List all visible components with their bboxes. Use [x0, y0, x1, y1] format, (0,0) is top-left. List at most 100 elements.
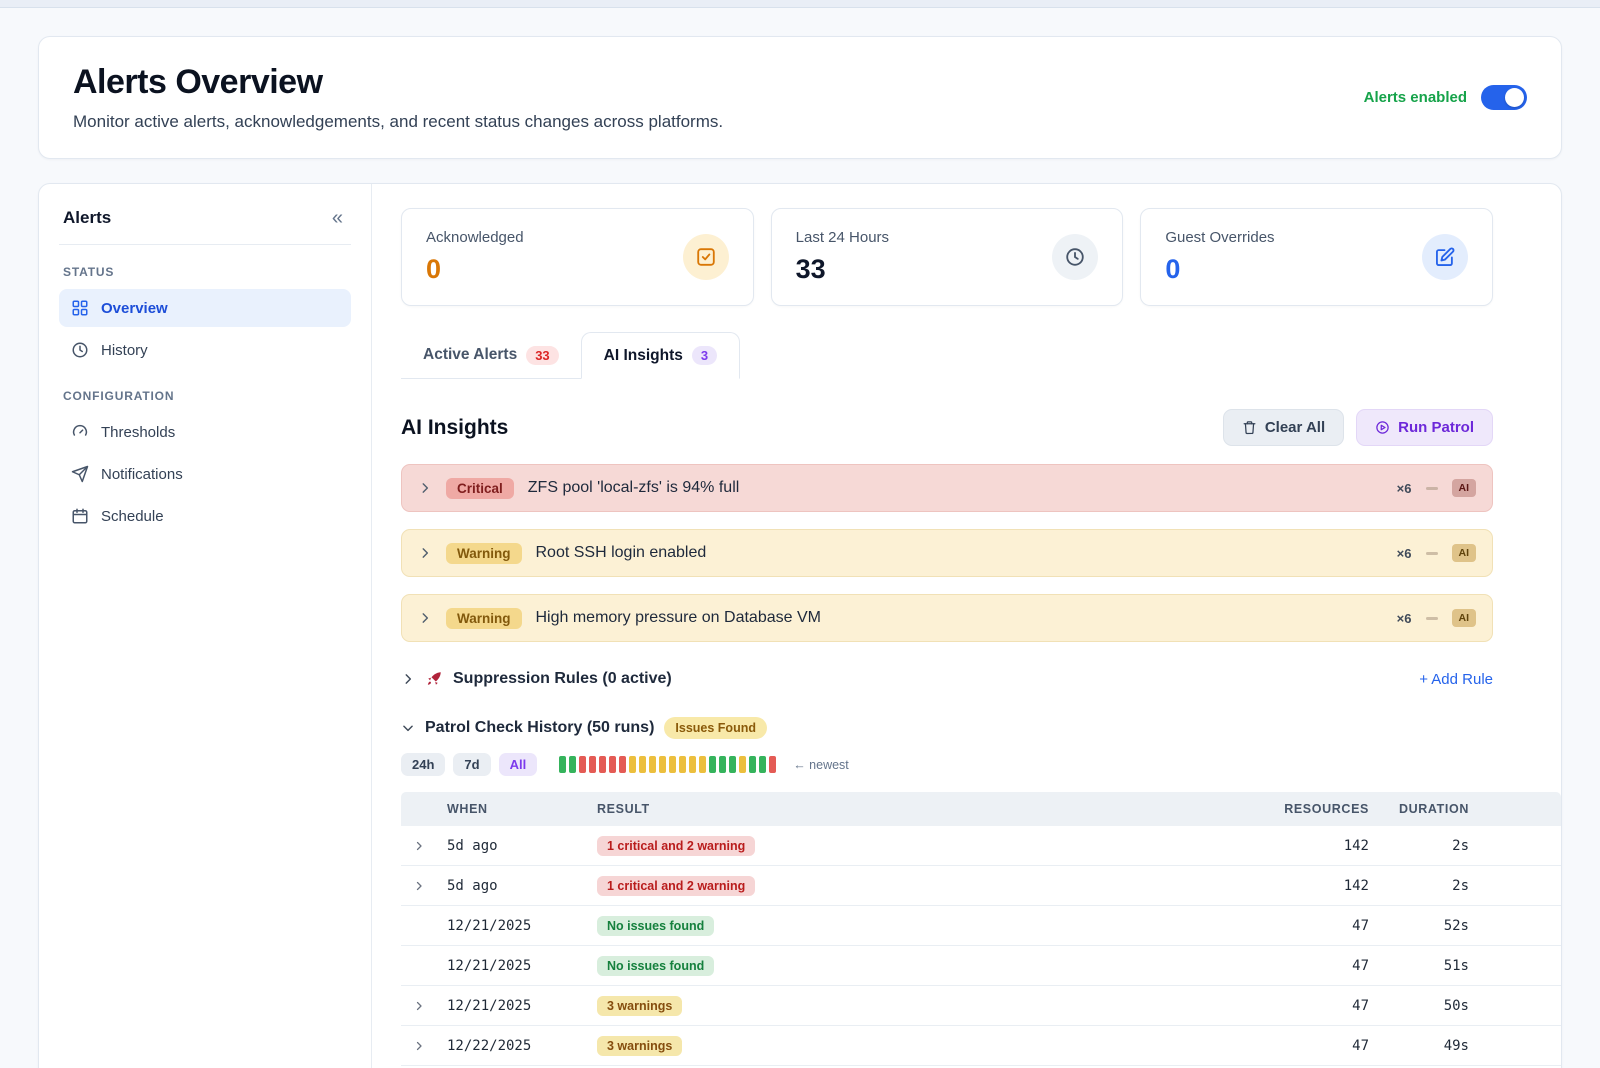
collapse-sidebar-icon[interactable]: «	[328, 208, 347, 228]
row-duration: 52s	[1369, 918, 1469, 934]
dismiss-icon[interactable]	[1426, 552, 1438, 555]
sidebar-item-notifications[interactable]: Notifications	[59, 455, 351, 493]
chevron-right-icon[interactable]	[418, 481, 432, 495]
tab-badge: 33	[526, 346, 558, 365]
page-title: Alerts Overview	[73, 63, 723, 102]
sparkline-bar	[699, 756, 706, 773]
chevron-right-icon[interactable]	[401, 672, 415, 686]
sidebar-item-overview[interactable]: Overview	[59, 289, 351, 327]
col-when: WHEN	[447, 802, 597, 816]
filter-7d[interactable]: 7d	[453, 753, 490, 776]
alert-row-critical[interactable]: Critical ZFS pool 'local-zfs' is 94% ful…	[401, 464, 1493, 512]
add-rule-link[interactable]: + Add Rule	[1419, 671, 1493, 688]
severity-badge: Critical	[446, 478, 514, 499]
table-header: WHEN RESULT RESOURCES DURATION	[401, 792, 1561, 826]
sidebar-item-schedule[interactable]: Schedule	[59, 497, 351, 535]
ai-badge: AI	[1452, 544, 1477, 562]
sidebar-item-history[interactable]: History	[59, 331, 351, 369]
edit-icon	[1422, 234, 1468, 280]
alert-message: Root SSH login enabled	[536, 544, 707, 562]
row-when: 5d ago	[447, 838, 597, 854]
clear-all-button[interactable]: Clear All	[1223, 409, 1344, 446]
chevron-right-icon[interactable]	[418, 546, 432, 560]
stat-label: Last 24 Hours	[796, 229, 889, 246]
chevron-down-icon[interactable]	[401, 721, 415, 735]
table-row[interactable]: 5d ago 1 critical and 2 warning 142 2s	[401, 866, 1561, 906]
ai-badge: AI	[1452, 479, 1477, 497]
sparkline-bar	[719, 756, 726, 773]
row-when: 12/21/2025	[447, 918, 597, 934]
result-badge: No issues found	[597, 916, 714, 936]
sparkline-bar	[769, 756, 776, 773]
toggle-knob	[1505, 88, 1524, 107]
sidebar-item-label: Notifications	[101, 466, 183, 483]
alerts-enabled-toggle[interactable]	[1481, 85, 1527, 110]
row-duration: 49s	[1369, 1038, 1469, 1054]
patrol-history-header: Patrol Check History (50 runs) Issues Fo…	[401, 717, 1493, 739]
alert-count: ×6	[1397, 611, 1412, 626]
patrol-runs-table: WHEN RESULT RESOURCES DURATION 5d ago 1 …	[401, 792, 1561, 1066]
result-badge: 1 critical and 2 warning	[597, 836, 755, 856]
table-row[interactable]: 12/22/2025 3 warnings 47 49s	[401, 1026, 1561, 1066]
table-row[interactable]: 12/21/2025 No issues found 47 52s	[401, 906, 1561, 946]
stat-value: 0	[426, 254, 524, 285]
run-patrol-button[interactable]: Run Patrol	[1356, 409, 1493, 446]
row-resources: 142	[1239, 838, 1369, 854]
row-when: 5d ago	[447, 878, 597, 894]
sparkline-bar	[579, 756, 586, 773]
row-resources: 47	[1239, 958, 1369, 974]
sidebar-section-status: STATUS	[63, 265, 347, 279]
chevron-right-icon[interactable]	[413, 840, 447, 852]
dismiss-icon[interactable]	[1426, 487, 1438, 490]
filter-24h[interactable]: 24h	[401, 753, 445, 776]
run-patrol-label: Run Patrol	[1398, 419, 1474, 436]
sparkline-bar	[659, 756, 666, 773]
severity-badge: Warning	[446, 608, 522, 629]
tab-label: Active Alerts	[423, 346, 517, 364]
sparkline-bar	[679, 756, 686, 773]
tab-active-alerts[interactable]: Active Alerts 33	[401, 332, 581, 378]
insights-actions: Clear All Run Patrol	[1223, 409, 1493, 446]
tab-ai-insights[interactable]: AI Insights 3	[581, 332, 740, 379]
chevron-right-icon[interactable]	[413, 880, 447, 892]
table-row[interactable]: 5d ago 1 critical and 2 warning 142 2s	[401, 826, 1561, 866]
sparkline-bar	[629, 756, 636, 773]
sidebar-item-label: History	[101, 342, 148, 359]
chevron-right-icon[interactable]	[418, 611, 432, 625]
stat-card-guest-overrides: Guest Overrides 0	[1140, 208, 1493, 306]
history-clock-icon	[71, 341, 89, 359]
sparkline-bar	[619, 756, 626, 773]
patrol-filters: 24h 7d All ← newest	[401, 753, 1493, 776]
col-result: RESULT	[597, 802, 1239, 816]
alerts-enabled-label: Alerts enabled	[1364, 89, 1467, 106]
row-duration: 2s	[1369, 838, 1469, 854]
table-row[interactable]: 12/21/2025 3 warnings 47 50s	[401, 986, 1561, 1026]
chevron-right-icon[interactable]	[413, 1000, 447, 1012]
row-when: 12/21/2025	[447, 958, 597, 974]
row-when: 12/21/2025	[447, 998, 597, 1014]
main-panel: Alerts « STATUS Overview History CONFIGU…	[38, 183, 1562, 1068]
play-circle-icon	[1375, 420, 1390, 435]
table-row[interactable]: 12/21/2025 No issues found 47 51s	[401, 946, 1561, 986]
filter-all[interactable]: All	[499, 753, 538, 776]
patrol-sparkline[interactable]	[559, 756, 776, 773]
sidebar-item-thresholds[interactable]: Thresholds	[59, 413, 351, 451]
result-badge: 3 warnings	[597, 996, 682, 1016]
sparkline-bar	[759, 756, 766, 773]
sidebar-header: Alerts «	[59, 206, 351, 245]
dismiss-icon[interactable]	[1426, 617, 1438, 620]
alert-row-warning[interactable]: Warning Root SSH login enabled ×6 AI	[401, 529, 1493, 577]
row-when: 12/22/2025	[447, 1038, 597, 1054]
stat-label: Acknowledged	[426, 229, 524, 246]
sparkline-bar	[749, 756, 756, 773]
suppression-rules-label: Suppression Rules (0 active)	[453, 670, 672, 688]
result-badge: 3 warnings	[597, 1036, 682, 1056]
ai-badge: AI	[1452, 609, 1477, 627]
stat-value: 33	[796, 254, 889, 285]
result-badge: No issues found	[597, 956, 714, 976]
chevron-right-icon[interactable]	[413, 1040, 447, 1052]
alert-row-warning[interactable]: Warning High memory pressure on Database…	[401, 594, 1493, 642]
alert-message: High memory pressure on Database VM	[536, 609, 821, 627]
sidebar-title: Alerts	[63, 208, 111, 228]
sparkline-bar	[569, 756, 576, 773]
